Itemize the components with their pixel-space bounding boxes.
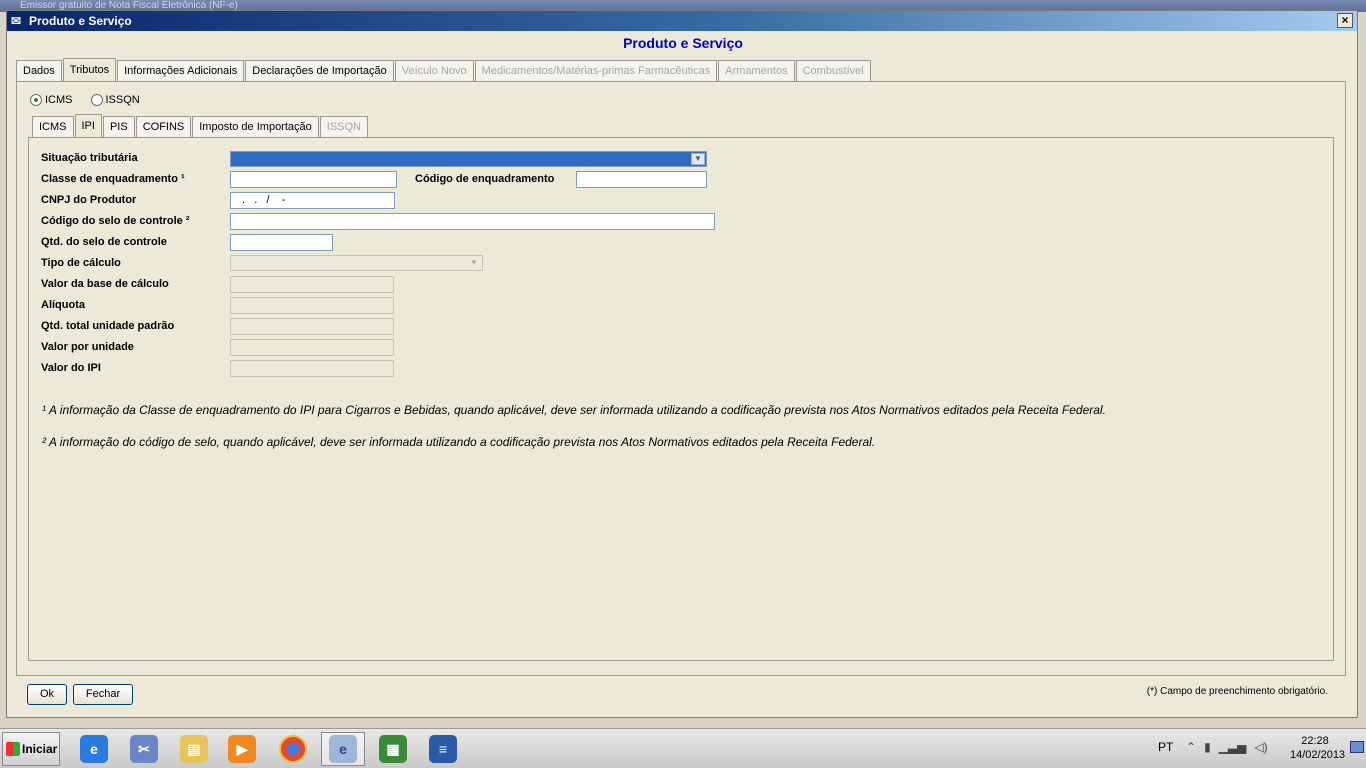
dialog-titlebar[interactable]: ✉ Produto e Serviço × bbox=[7, 11, 1357, 31]
show-desktop-button[interactable] bbox=[1350, 741, 1364, 753]
form-title: Produto e Serviço bbox=[623, 35, 743, 51]
cnpj-label: CNPJ do Produtor bbox=[41, 194, 137, 206]
network-icon[interactable]: ▁▃▅ bbox=[1219, 740, 1247, 754]
tab-declaracoes-importacao[interactable]: Declarações de Importação bbox=[245, 60, 394, 81]
start-button[interactable]: Iniciar bbox=[2, 732, 60, 766]
codigo-enquadramento-input[interactable] bbox=[576, 171, 707, 188]
chevron-down-icon[interactable]: ▼ bbox=[691, 153, 705, 165]
tab-tributos[interactable]: Tributos bbox=[62, 58, 117, 82]
ok-button[interactable]: Ok bbox=[27, 684, 67, 705]
valor-ipi-input[interactable] bbox=[230, 360, 394, 377]
fechar-button[interactable]: Fechar bbox=[73, 684, 133, 705]
language-indicator[interactable]: PT bbox=[1158, 740, 1173, 754]
tab-armamentos[interactable]: Armamentos bbox=[718, 60, 795, 81]
tab-informacoes-adicionais[interactable]: Informações Adicionais bbox=[117, 60, 245, 81]
spreadsheet-icon[interactable]: ▦ bbox=[371, 732, 415, 766]
system-tray: ⌃ ▮ ▁▃▅ ◁) bbox=[1186, 740, 1268, 754]
chrome-icon[interactable] bbox=[271, 732, 315, 766]
nfe-app-icon[interactable]: e bbox=[321, 732, 365, 766]
tab-medicamentos[interactable]: Medicamentos/Matérias-primas Farmacêutic… bbox=[474, 60, 718, 81]
sub-tabs: ICMS IPI PIS COFINS Imposto de Importaçã… bbox=[32, 114, 369, 138]
aliquota-input[interactable] bbox=[230, 297, 394, 314]
tab-combustivel[interactable]: Combustível bbox=[795, 60, 871, 81]
internet-explorer-icon[interactable]: e bbox=[72, 732, 116, 766]
selo-codigo-label: Código do selo de controle ² bbox=[41, 215, 190, 227]
radio-issqn-circle[interactable] bbox=[90, 94, 103, 106]
classe-input[interactable] bbox=[230, 171, 397, 188]
selo-qtd-label: Qtd. do selo de controle bbox=[41, 236, 167, 248]
situacao-select[interactable]: ▼ bbox=[230, 151, 707, 167]
media-player-icon[interactable]: ▶ bbox=[220, 732, 264, 766]
qtd-total-input[interactable] bbox=[230, 318, 394, 335]
valor-ipi-label: Valor do IPI bbox=[41, 362, 101, 374]
radio-icms[interactable]: ICMS bbox=[30, 94, 73, 106]
volume-icon[interactable]: ◁) bbox=[1254, 740, 1267, 754]
subtab-icms[interactable]: ICMS bbox=[32, 116, 74, 137]
tipo-calculo-select[interactable]: ▼ bbox=[230, 255, 483, 271]
start-label: Iniciar bbox=[22, 742, 58, 756]
clock-date: 14/02/2013 bbox=[1290, 749, 1346, 761]
clock[interactable]: 22:28 14/02/2013 bbox=[1290, 734, 1346, 762]
subtab-cofins[interactable]: COFINS bbox=[135, 116, 192, 137]
valor-unidade-label: Valor por unidade bbox=[41, 341, 134, 353]
selo-codigo-input[interactable] bbox=[230, 213, 715, 230]
tab-veiculo-novo[interactable]: Veículo Novo bbox=[394, 60, 474, 81]
file-explorer-icon[interactable]: ▤ bbox=[172, 732, 216, 766]
subtab-issqn[interactable]: ISSQN bbox=[319, 116, 368, 137]
base-calculo-label: Valor da base de cálculo bbox=[41, 278, 169, 290]
radio-icms-circle[interactable] bbox=[30, 94, 42, 106]
classe-label: Classe de enquadramento ¹ bbox=[41, 173, 185, 185]
aliquota-label: Alíquota bbox=[41, 299, 85, 311]
windows-logo-icon bbox=[6, 742, 20, 756]
qtd-total-label: Qtd. total unidade padrão bbox=[41, 320, 175, 332]
radio-issqn-label: ISSQN bbox=[105, 94, 140, 106]
situacao-label: Situação tributária bbox=[41, 152, 138, 164]
nfe-logo-icon: ✉ bbox=[11, 14, 22, 28]
subtab-ipi[interactable]: IPI bbox=[74, 114, 102, 138]
subtab-pis[interactable]: PIS bbox=[102, 116, 135, 137]
chevron-down-icon: ▼ bbox=[467, 257, 481, 269]
radio-issqn[interactable]: ISSQN bbox=[90, 94, 140, 106]
codigo-enquadramento-label: Código de enquadramento bbox=[415, 173, 555, 185]
valor-unidade-input[interactable] bbox=[230, 339, 394, 356]
clock-time: 22:28 bbox=[1301, 735, 1329, 747]
base-calculo-input[interactable] bbox=[230, 276, 394, 293]
main-tabs: Dados Tributos Informações Adicionais De… bbox=[16, 58, 872, 82]
tools-icon[interactable]: ✂ bbox=[122, 732, 166, 766]
dialog-title: Produto e Serviço bbox=[29, 14, 132, 28]
radio-icms-label: ICMS bbox=[45, 94, 73, 106]
writer-icon[interactable]: ≡ bbox=[421, 732, 465, 766]
tax-type-radio-group: ICMS ISSQN bbox=[30, 94, 140, 106]
cnpj-input[interactable]: . . / - bbox=[230, 192, 395, 209]
close-button[interactable]: × bbox=[1337, 13, 1353, 28]
footnote-1: ¹ A informação da Classe de enquadrament… bbox=[42, 403, 1106, 417]
required-field-note: (*) Campo de preenchimento obrigatório. bbox=[1146, 686, 1328, 697]
usb-icon[interactable]: ▮ bbox=[1204, 740, 1211, 754]
chevron-up-icon[interactable]: ⌃ bbox=[1186, 740, 1196, 754]
selo-qtd-input[interactable] bbox=[230, 234, 333, 251]
subtab-imposto-importacao[interactable]: Imposto de Importação bbox=[192, 116, 319, 137]
taskbar: Iniciar e ✂ ▤ ▶ e ▦ ≡ PT ⌃ ▮ ▁▃▅ ◁) 22:2… bbox=[0, 728, 1366, 768]
tab-dados[interactable]: Dados bbox=[16, 60, 62, 81]
footnote-2: ² A informação do código de selo, quando… bbox=[42, 435, 876, 449]
tipo-calculo-label: Tipo de cálculo bbox=[41, 257, 121, 269]
